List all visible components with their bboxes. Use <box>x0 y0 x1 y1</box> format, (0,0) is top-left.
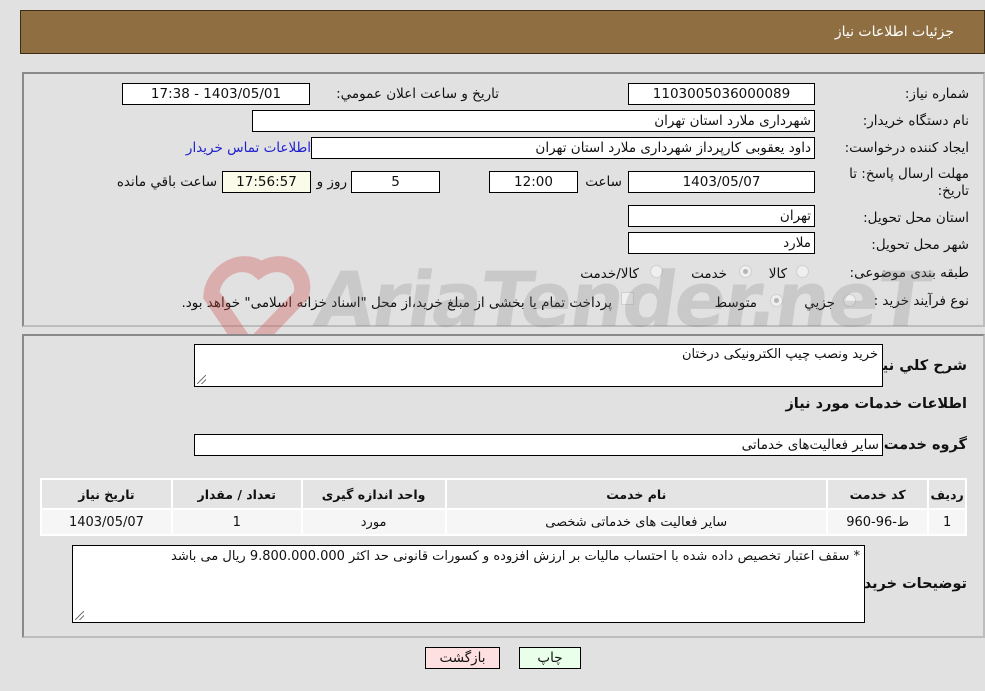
deadline-time-field: 12:00 <box>489 171 578 193</box>
cell-row-number: 1 <box>927 508 967 536</box>
need-number-field: 1103005036000089 <box>628 83 815 105</box>
buyer-notes-field[interactable]: * سقف اعتبار تخصیص داده شده با احتساب ما… <box>72 545 865 623</box>
buyer-org-field: شهرداری ملارد استان تهران <box>252 110 815 132</box>
requester-field: داود یعقوبی کارپرداز شهرداری ملارد استان… <box>311 137 815 159</box>
deadline-label-line1: مهلت ارسال پاسخ: تا <box>849 166 969 182</box>
need-details-panel: شماره نیاز: 1103005036000089 تاریخ و ساع… <box>22 72 985 327</box>
announce-datetime-label: تاریخ و ساعت اعلان عمومي: <box>336 86 499 102</box>
cell-need-date: 1403/05/07 <box>40 508 173 536</box>
table-header-row: ردیف کد خدمت نام خدمت واحد اندازه گیری ت… <box>40 478 967 510</box>
deadline-date-field: 1403/05/07 <box>628 171 815 193</box>
announce-datetime-field: 1403/05/01 - 17:38 <box>122 83 310 105</box>
print-button[interactable]: چاپ <box>519 647 581 669</box>
cell-unit: مورد <box>300 508 447 536</box>
remaining-time-label: ساعت باقي مانده <box>116 174 217 190</box>
delivery-city-label: شهر محل تحویل: <box>871 237 969 253</box>
category-radio-goods[interactable] <box>796 265 809 278</box>
col-quantity: تعداد / مقدار <box>170 478 303 510</box>
remaining-time-field: 17:56:57 <box>222 171 311 193</box>
delivery-city-field: ملارد <box>628 232 815 254</box>
buyer-contact-link[interactable]: اطلاعات تماس خریدار <box>186 140 311 156</box>
treasury-note: پرداخت تمام یا بخشی از مبلغ خرید،از محل … <box>181 295 612 311</box>
services-table: ردیف کد خدمت نام خدمت واحد اندازه گیری ت… <box>40 478 967 536</box>
category-label: طبقه بندی موضوعی: <box>849 265 969 281</box>
treasury-checkbox[interactable] <box>621 292 634 305</box>
resize-grip-icon[interactable] <box>197 375 206 384</box>
back-button[interactable]: بازگشت <box>425 647 500 669</box>
process-radio-medium[interactable] <box>770 294 783 307</box>
process-option-minor: جزیي <box>804 295 835 311</box>
buyer-org-label: نام دستگاه خریدار: <box>862 113 969 129</box>
process-option-medium: متوسط <box>714 295 757 311</box>
delivery-province-label: استان محل تحویل: <box>863 210 969 226</box>
col-row-number: ردیف <box>927 478 967 510</box>
days-label: روز و <box>316 174 347 190</box>
col-unit: واحد اندازه گیری <box>300 478 447 510</box>
deadline-time-label: ساعت <box>585 174 622 190</box>
remaining-days-field: 5 <box>351 171 440 193</box>
cell-service-code: ط-96-960 <box>825 508 930 536</box>
col-service-name: نام خدمت <box>444 478 828 510</box>
category-radio-service[interactable] <box>739 265 752 278</box>
buyer-notes-text: * سقف اعتبار تخصیص داده شده با احتساب ما… <box>171 549 860 564</box>
page-title: جزئیات اطلاعات نیاز <box>834 24 954 40</box>
category-option-goods: کالا <box>768 266 787 282</box>
services-section-title: اطلاعات خدمات مورد نیاز <box>785 396 967 412</box>
service-group-field: سایر فعالیت‌های خدماتی <box>194 434 883 456</box>
description-text: خرید ونصب چیپ الکترونیکی درختان <box>681 347 878 362</box>
category-option-goods-service: کالا/خدمت <box>580 266 639 282</box>
table-row: 1 ط-96-960 سایر فعالیت های خدماتی شخصی م… <box>40 508 967 536</box>
page-header: جزئیات اطلاعات نیاز <box>20 10 985 54</box>
category-option-service: خدمت <box>691 266 727 282</box>
cell-quantity: 1 <box>170 508 303 536</box>
description-field[interactable]: خرید ونصب چیپ الکترونیکی درختان <box>194 344 883 387</box>
purchase-process-label: نوع فرآیند خرید : <box>873 293 969 309</box>
requester-label: ایجاد کننده درخواست: <box>844 140 969 156</box>
cell-service-name: سایر فعالیت های خدماتی شخصی <box>444 508 828 536</box>
col-need-date: تاریخ نیاز <box>40 478 173 510</box>
services-panel: شرح کلي نیاز: خرید ونصب چیپ الکترونیکی د… <box>22 334 985 638</box>
col-service-code: کد خدمت <box>825 478 930 510</box>
deadline-label-line2: تاریخ: <box>937 183 969 199</box>
category-radio-goods-service[interactable] <box>650 265 663 278</box>
delivery-province-field: تهران <box>628 205 815 227</box>
service-group-label: گروه خدمت: <box>877 437 967 453</box>
need-number-label: شماره نیاز: <box>904 86 969 102</box>
process-radio-minor[interactable] <box>843 294 856 307</box>
resize-grip-icon[interactable] <box>75 611 84 620</box>
